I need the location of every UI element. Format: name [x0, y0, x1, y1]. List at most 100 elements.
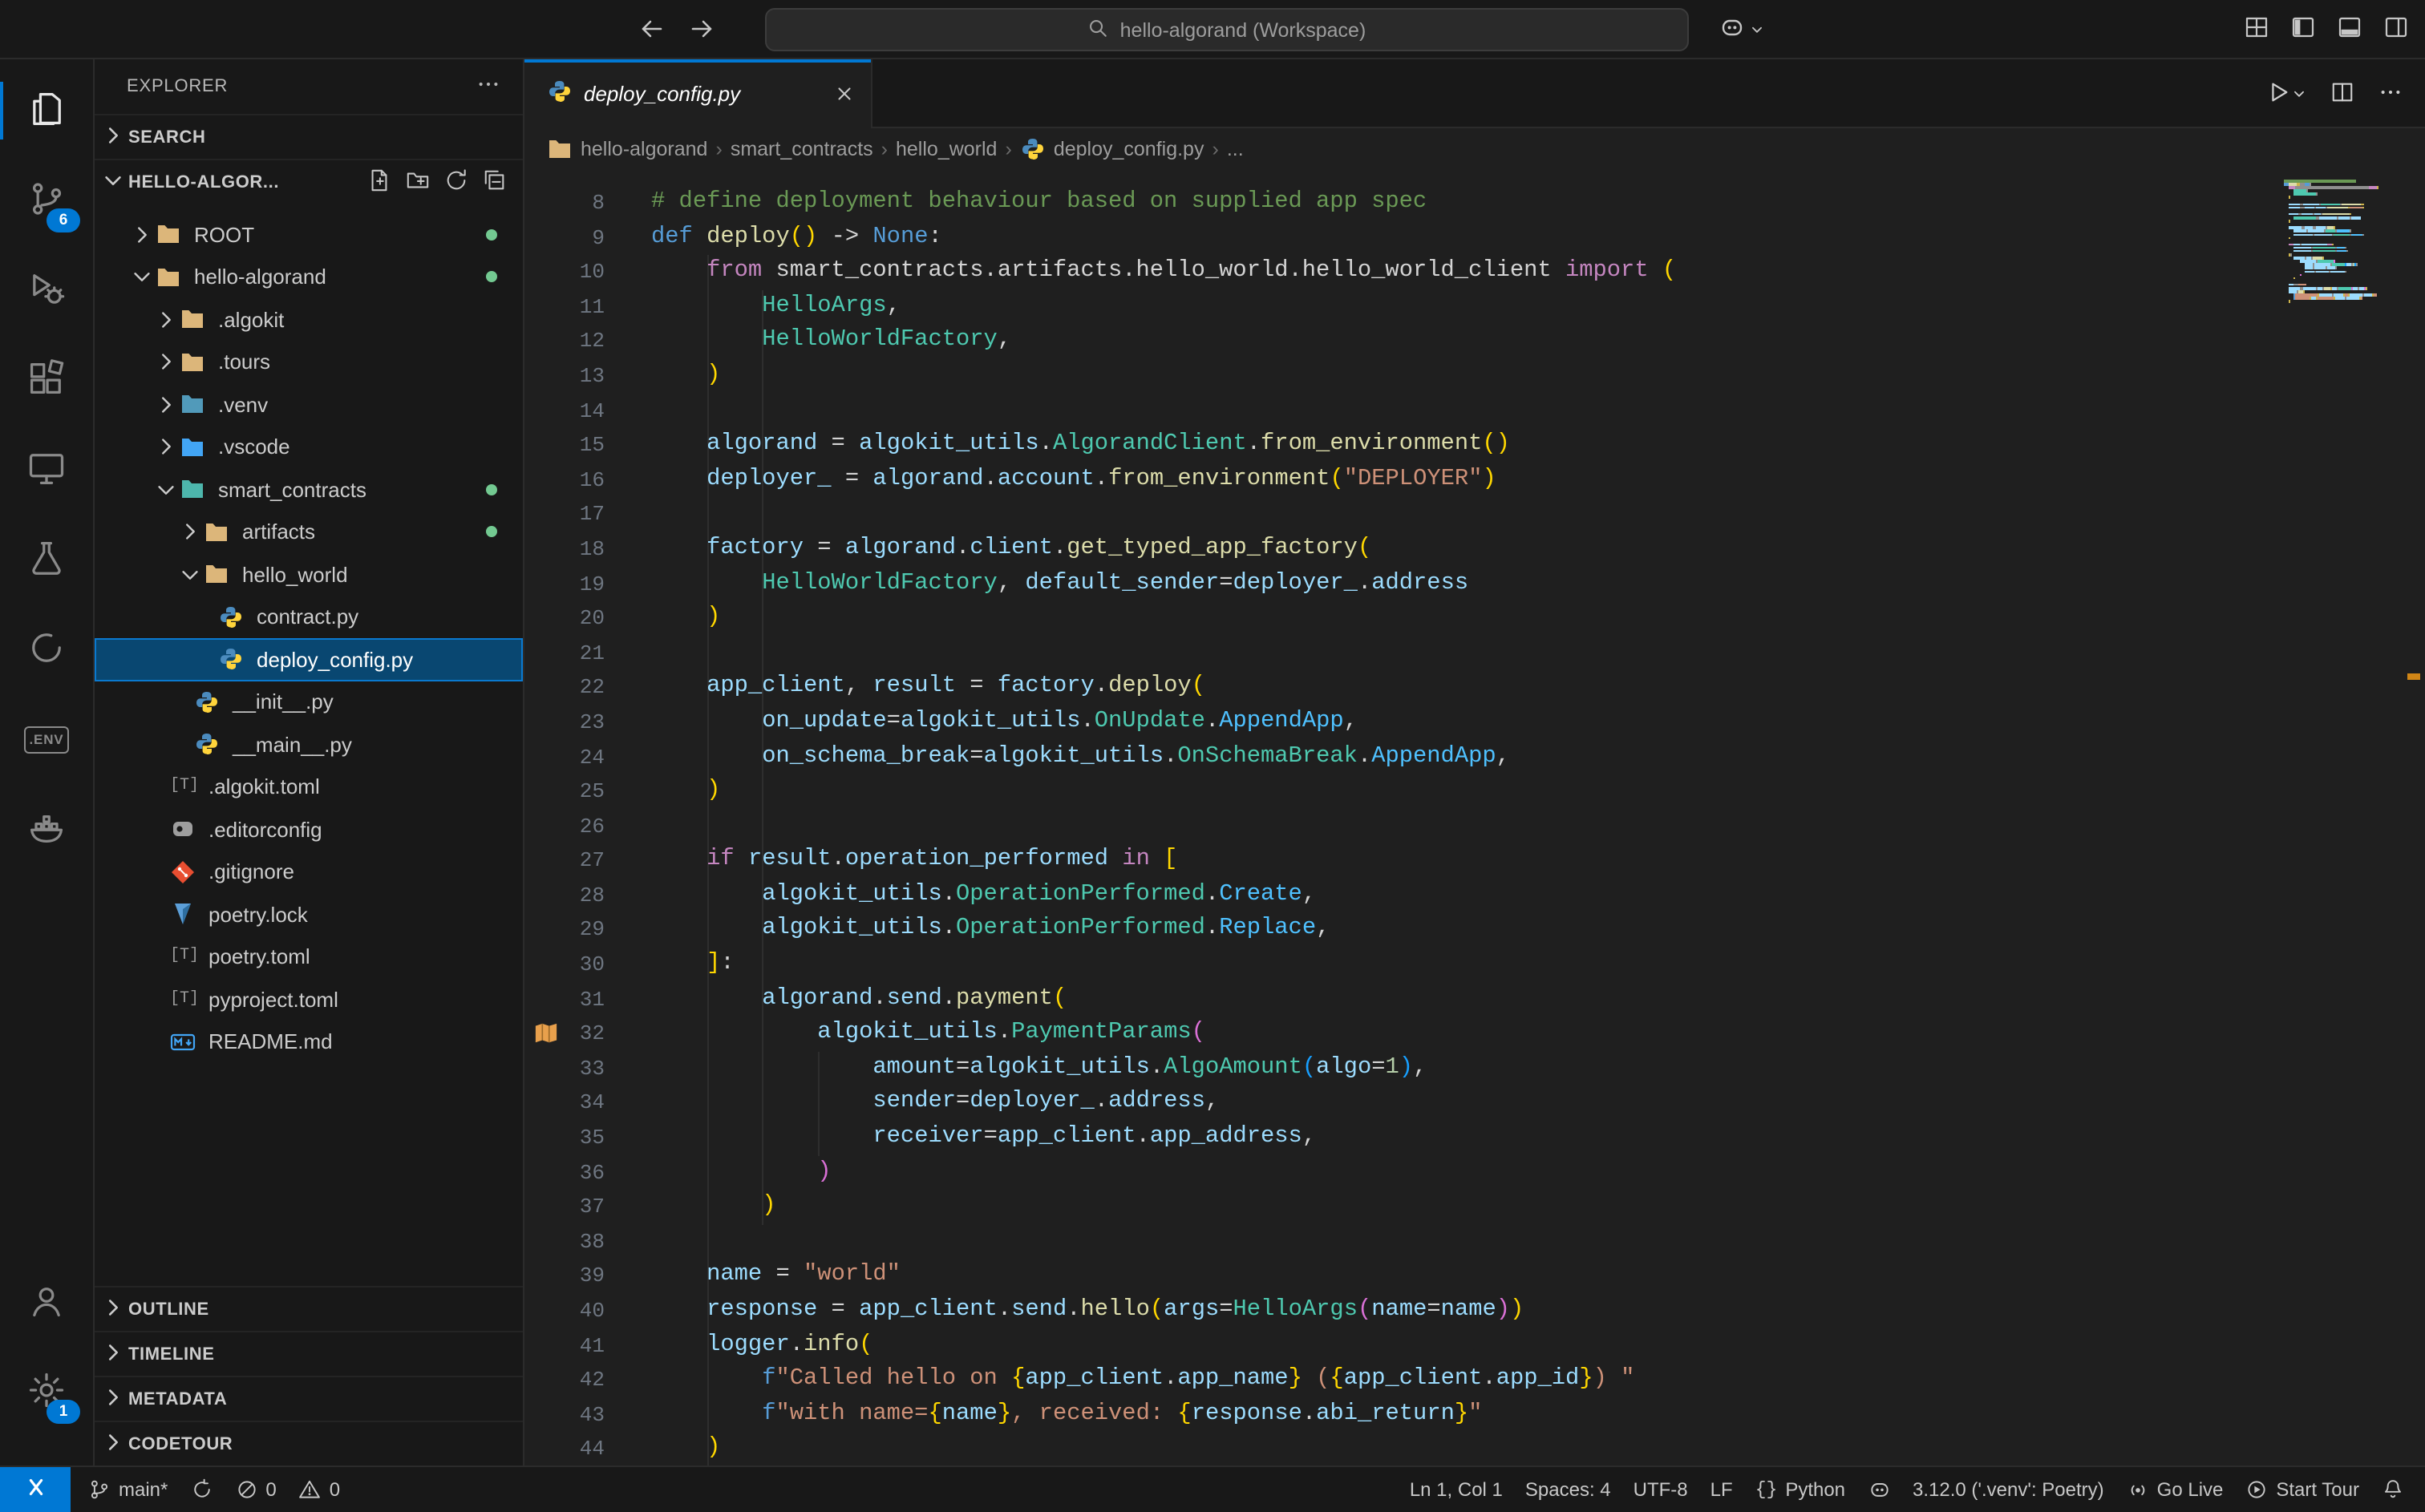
- split-editor-icon[interactable]: [2330, 79, 2354, 108]
- status-utf-8[interactable]: UTF-8: [1622, 1467, 1699, 1512]
- code-line-content[interactable]: def deploy() -> None:: [651, 220, 942, 255]
- code-line-content[interactable]: on_update=algokit_utils.OnUpdate.AppendA…: [651, 705, 1358, 740]
- code-line-content[interactable]: HelloWorldFactory, default_sender=deploy…: [651, 567, 1468, 601]
- breadcrumb-item[interactable]: deploy_config.py: [1020, 136, 1204, 162]
- toggle-sidebar-right-icon[interactable]: [2383, 14, 2409, 44]
- customize-layout-icon[interactable]: [2244, 14, 2269, 44]
- tree-item[interactable]: smart_contracts: [95, 468, 523, 511]
- status-error[interactable]: 0: [224, 1467, 287, 1512]
- tree-item[interactable]: hello-algorand: [95, 256, 523, 298]
- status-sync[interactable]: [179, 1467, 224, 1512]
- breadcrumb-item[interactable]: hello-algorand: [547, 136, 707, 162]
- code-line-content[interactable]: ): [651, 359, 720, 394]
- forward-button[interactable]: [690, 16, 715, 42]
- collapse-all-icon[interactable]: [483, 168, 507, 196]
- code-line-content[interactable]: f"with name={name}, received: {response.…: [651, 1398, 1482, 1433]
- tree-item[interactable]: .venv: [95, 383, 523, 426]
- tree-item[interactable]: [T].algokit.toml: [95, 766, 523, 808]
- toggle-panel-icon[interactable]: [2337, 14, 2362, 44]
- status-warning[interactable]: 0: [288, 1467, 351, 1512]
- chevron-right-icon[interactable]: [178, 520, 204, 544]
- status-3-12-0-venv-poetry[interactable]: 3.12.0 ('.venv': Poetry): [1901, 1467, 2115, 1512]
- activity-remote-explorer-button[interactable]: [0, 425, 93, 515]
- code-line-content[interactable]: receiver=app_client.app_address,: [651, 1121, 1316, 1155]
- section-workspace[interactable]: HELLO-ALGOR...: [95, 159, 523, 204]
- code-line-content[interactable]: on_schema_break=algokit_utils.OnSchemaBr…: [651, 740, 1510, 774]
- code-line-content[interactable]: name = "world": [651, 1259, 901, 1294]
- activity-source-control-button[interactable]: 6: [0, 156, 93, 245]
- status-ln-1-col-1[interactable]: Ln 1, Col 1: [1399, 1467, 1514, 1512]
- code-line-content[interactable]: ): [651, 1433, 720, 1466]
- code-line-content[interactable]: sender=deployer_.address,: [651, 1086, 1219, 1121]
- chevron-right-icon[interactable]: [154, 435, 180, 459]
- section-metadata[interactable]: METADATA: [95, 1376, 523, 1421]
- tree-item[interactable]: .gitignore: [95, 851, 523, 893]
- code-editor[interactable]: 8# define deployment behaviour based on …: [524, 170, 2425, 1466]
- minimap[interactable]: [2284, 180, 2399, 304]
- tree-item[interactable]: .algokit: [95, 298, 523, 341]
- code-line-content[interactable]: amount=algokit_utils.AlgoAmount(algo=1),: [651, 1052, 1427, 1086]
- activity-env-button[interactable]: .ENV: [0, 694, 93, 784]
- codetour-marker-icon[interactable]: [534, 1021, 558, 1045]
- tree-item[interactable]: hello_world: [95, 553, 523, 596]
- section-timeline[interactable]: TIMELINE: [95, 1331, 523, 1376]
- tree-item[interactable]: __init__.py: [95, 681, 523, 723]
- code-line-content[interactable]: algorand.send.payment(: [651, 982, 1067, 1017]
- refresh-icon[interactable]: [444, 168, 468, 196]
- status-broadcast[interactable]: Go Live: [2115, 1467, 2235, 1512]
- status-braces[interactable]: {}Python: [1744, 1467, 1856, 1512]
- chevron-right-icon[interactable]: [154, 308, 180, 332]
- code-line-content[interactable]: HelloWorldFactory,: [651, 325, 1011, 359]
- activity-extensions-button[interactable]: [0, 335, 93, 425]
- code-line-content[interactable]: ]:: [651, 948, 735, 982]
- code-line-content[interactable]: algokit_utils.PaymentParams(: [651, 1017, 1205, 1052]
- activity-docker-button[interactable]: [0, 784, 93, 874]
- chevron-down-icon[interactable]: [178, 563, 204, 587]
- chevron-down-icon[interactable]: [130, 265, 156, 289]
- code-line-content[interactable]: HelloArgs,: [651, 290, 901, 325]
- chevron-right-icon[interactable]: [130, 223, 156, 247]
- code-line-content[interactable]: from smart_contracts.artifacts.hello_wor…: [651, 255, 1676, 289]
- run-python-file-button[interactable]: [2266, 79, 2306, 108]
- tree-item[interactable]: [T]pyproject.toml: [95, 978, 523, 1021]
- status-copilot[interactable]: [1856, 1467, 1901, 1512]
- status-tour[interactable]: Start Tour: [2234, 1467, 2370, 1512]
- tree-item[interactable]: poetry.lock: [95, 893, 523, 936]
- tree-item[interactable]: __main__.py: [95, 723, 523, 766]
- code-line-content[interactable]: algorand = algokit_utils.AlgorandClient.…: [651, 428, 1510, 463]
- code-line-content[interactable]: algokit_utils.OperationPerformed.Replace…: [651, 913, 1330, 948]
- status-lf[interactable]: LF: [1699, 1467, 1744, 1512]
- code-line-content[interactable]: deployer_ = algorand.account.from_enviro…: [651, 463, 1496, 498]
- activity-accounts-button[interactable]: [0, 1257, 93, 1347]
- code-line-content[interactable]: logger.info(: [651, 1328, 872, 1363]
- chevron-right-icon[interactable]: [154, 350, 180, 374]
- activity-settings-button[interactable]: 1: [0, 1347, 93, 1437]
- activity-run-debug-button[interactable]: [0, 245, 93, 335]
- tree-item[interactable]: artifacts: [95, 511, 523, 553]
- code-line-content[interactable]: ): [651, 1190, 775, 1224]
- new-folder-icon[interactable]: [406, 168, 430, 196]
- toggle-sidebar-left-icon[interactable]: [2290, 14, 2316, 44]
- overview-ruler[interactable]: [2403, 170, 2425, 1466]
- remote-indicator[interactable]: [0, 1467, 71, 1512]
- status-bell[interactable]: [2370, 1467, 2415, 1512]
- breadcrumb-item[interactable]: ...: [1227, 138, 1244, 160]
- status-spaces-4[interactable]: Spaces: 4: [1514, 1467, 1622, 1512]
- activity-explorer-button[interactable]: [0, 66, 93, 156]
- code-line-content[interactable]: ): [651, 601, 720, 636]
- code-line-content[interactable]: ): [651, 1155, 832, 1190]
- explorer-more-actions-icon[interactable]: [476, 72, 500, 101]
- tree-item[interactable]: README.md: [95, 1021, 523, 1063]
- chevron-down-icon[interactable]: [154, 478, 180, 502]
- section-codetour[interactable]: CODETOUR: [95, 1421, 523, 1466]
- section-search[interactable]: SEARCH: [95, 114, 523, 159]
- tree-item[interactable]: [T]poetry.toml: [95, 936, 523, 978]
- code-line-content[interactable]: ): [651, 774, 720, 809]
- tab-close-icon[interactable]: [834, 83, 855, 104]
- activity-testing-button[interactable]: [0, 515, 93, 604]
- status-branch[interactable]: main*: [77, 1467, 179, 1512]
- code-line-content[interactable]: if result.operation_performed in [: [651, 844, 1177, 879]
- back-button[interactable]: [638, 16, 664, 42]
- section-outline[interactable]: OUTLINE: [95, 1286, 523, 1331]
- activity-algokit-button[interactable]: [0, 604, 93, 694]
